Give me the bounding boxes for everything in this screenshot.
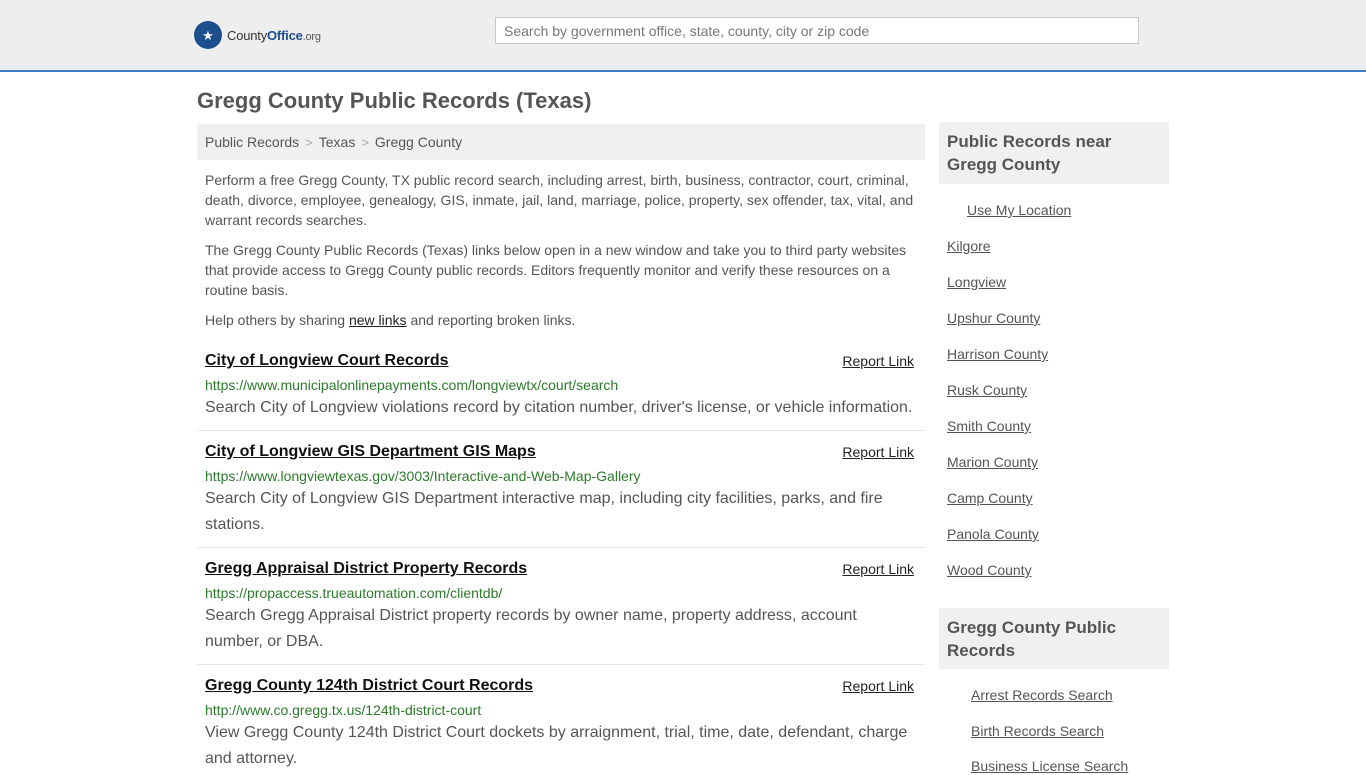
search-input[interactable] <box>495 17 1139 44</box>
use-my-location-link[interactable]: Use My Location <box>953 201 1071 219</box>
breadcrumb-public-records[interactable]: Public Records <box>205 134 299 150</box>
record-item: Gregg County 124th District Court Record… <box>197 675 925 768</box>
county-records-heading: Gregg County Public Records <box>939 608 1169 669</box>
breadcrumb-gregg-county[interactable]: Gregg County <box>375 134 462 150</box>
breadcrumb-separator: > <box>305 134 313 150</box>
record-title[interactable]: Gregg County 124th District Court Record… <box>205 675 917 697</box>
logo-office: Office <box>267 27 303 43</box>
record-url[interactable]: https://www.municipalonlinepayments.com/… <box>205 375 917 395</box>
nearby-link-marion-county[interactable]: Marion County <box>947 453 1038 471</box>
site-logo[interactable]: ★ CountyOffice.org <box>194 21 321 49</box>
breadcrumb-texas[interactable]: Texas <box>319 134 356 150</box>
birth-records-link[interactable]: Birth Records Search <box>971 722 1104 740</box>
record-description: Search City of Longview violations recor… <box>205 399 913 416</box>
eagle-icon: ★ <box>194 21 222 49</box>
record-description: Search Gregg Appraisal District property… <box>205 607 857 650</box>
nearby-link-harrison-county[interactable]: Harrison County <box>947 345 1048 363</box>
top-bar: ★ CountyOffice.org <box>0 0 1366 72</box>
breadcrumb-separator: > <box>361 134 369 150</box>
share-text-before: Help others by sharing <box>205 312 349 328</box>
page-title: Gregg County Public Records (Texas) <box>197 88 592 113</box>
nearby-link-panola-county[interactable]: Panola County <box>947 525 1039 543</box>
intro-paragraph-1: Perform a free Gregg County, TX public r… <box>205 172 914 228</box>
nearby-link-wood-county[interactable]: Wood County <box>947 561 1032 579</box>
use-my-location-label: Use My Location <box>967 202 1072 218</box>
report-link[interactable]: Report Link <box>842 675 914 697</box>
new-links-link[interactable]: new links <box>349 312 407 328</box>
nearby-link-longview[interactable]: Longview <box>947 273 1006 291</box>
nearby-link-smith-county[interactable]: Smith County <box>947 417 1031 435</box>
record-title[interactable]: City of Longview Court Records <box>205 350 917 372</box>
logo-county: County <box>227 27 267 43</box>
report-link[interactable]: Report Link <box>842 558 914 580</box>
nearby-link-upshur-county[interactable]: Upshur County <box>947 309 1040 327</box>
record-url[interactable]: http://www.co.gregg.tx.us/124th-district… <box>205 700 917 720</box>
business-license-link[interactable]: Business License Search <box>971 757 1128 775</box>
report-link[interactable]: Report Link <box>842 350 914 372</box>
logo-org: .org <box>302 30 321 43</box>
report-link[interactable]: Report Link <box>842 441 914 463</box>
record-description: Search City of Longview GIS Department i… <box>205 490 883 533</box>
intro-paragraph-2: The Gregg County Public Records (Texas) … <box>205 242 907 298</box>
nearby-records-heading: Public Records near Gregg County <box>939 122 1169 184</box>
record-title[interactable]: City of Longview GIS Department GIS Maps <box>205 441 917 463</box>
nearby-link-rusk-county[interactable]: Rusk County <box>947 381 1027 399</box>
nearby-link-kilgore[interactable]: Kilgore <box>947 237 991 255</box>
record-url[interactable]: https://propaccess.trueautomation.com/cl… <box>205 583 917 603</box>
intro-paragraph-3: Help others by sharing new links and rep… <box>205 310 917 330</box>
logo-text: CountyOffice.org <box>227 28 321 43</box>
record-title[interactable]: Gregg Appraisal District Property Record… <box>205 558 917 580</box>
breadcrumb: Public Records > Texas > Gregg County <box>197 124 925 160</box>
record-item: City of Longview GIS Department GIS Maps… <box>197 441 925 548</box>
record-item: City of Longview Court Records Report Li… <box>197 350 925 431</box>
record-description: View Gregg County 124th District Court d… <box>205 724 908 767</box>
nearby-link-camp-county[interactable]: Camp County <box>947 489 1033 507</box>
share-text-after: and reporting broken links. <box>406 312 576 328</box>
arrest-records-link[interactable]: Arrest Records Search <box>971 686 1113 704</box>
record-url[interactable]: https://www.longviewtexas.gov/3003/Inter… <box>205 466 917 486</box>
record-item: Gregg Appraisal District Property Record… <box>197 558 925 665</box>
